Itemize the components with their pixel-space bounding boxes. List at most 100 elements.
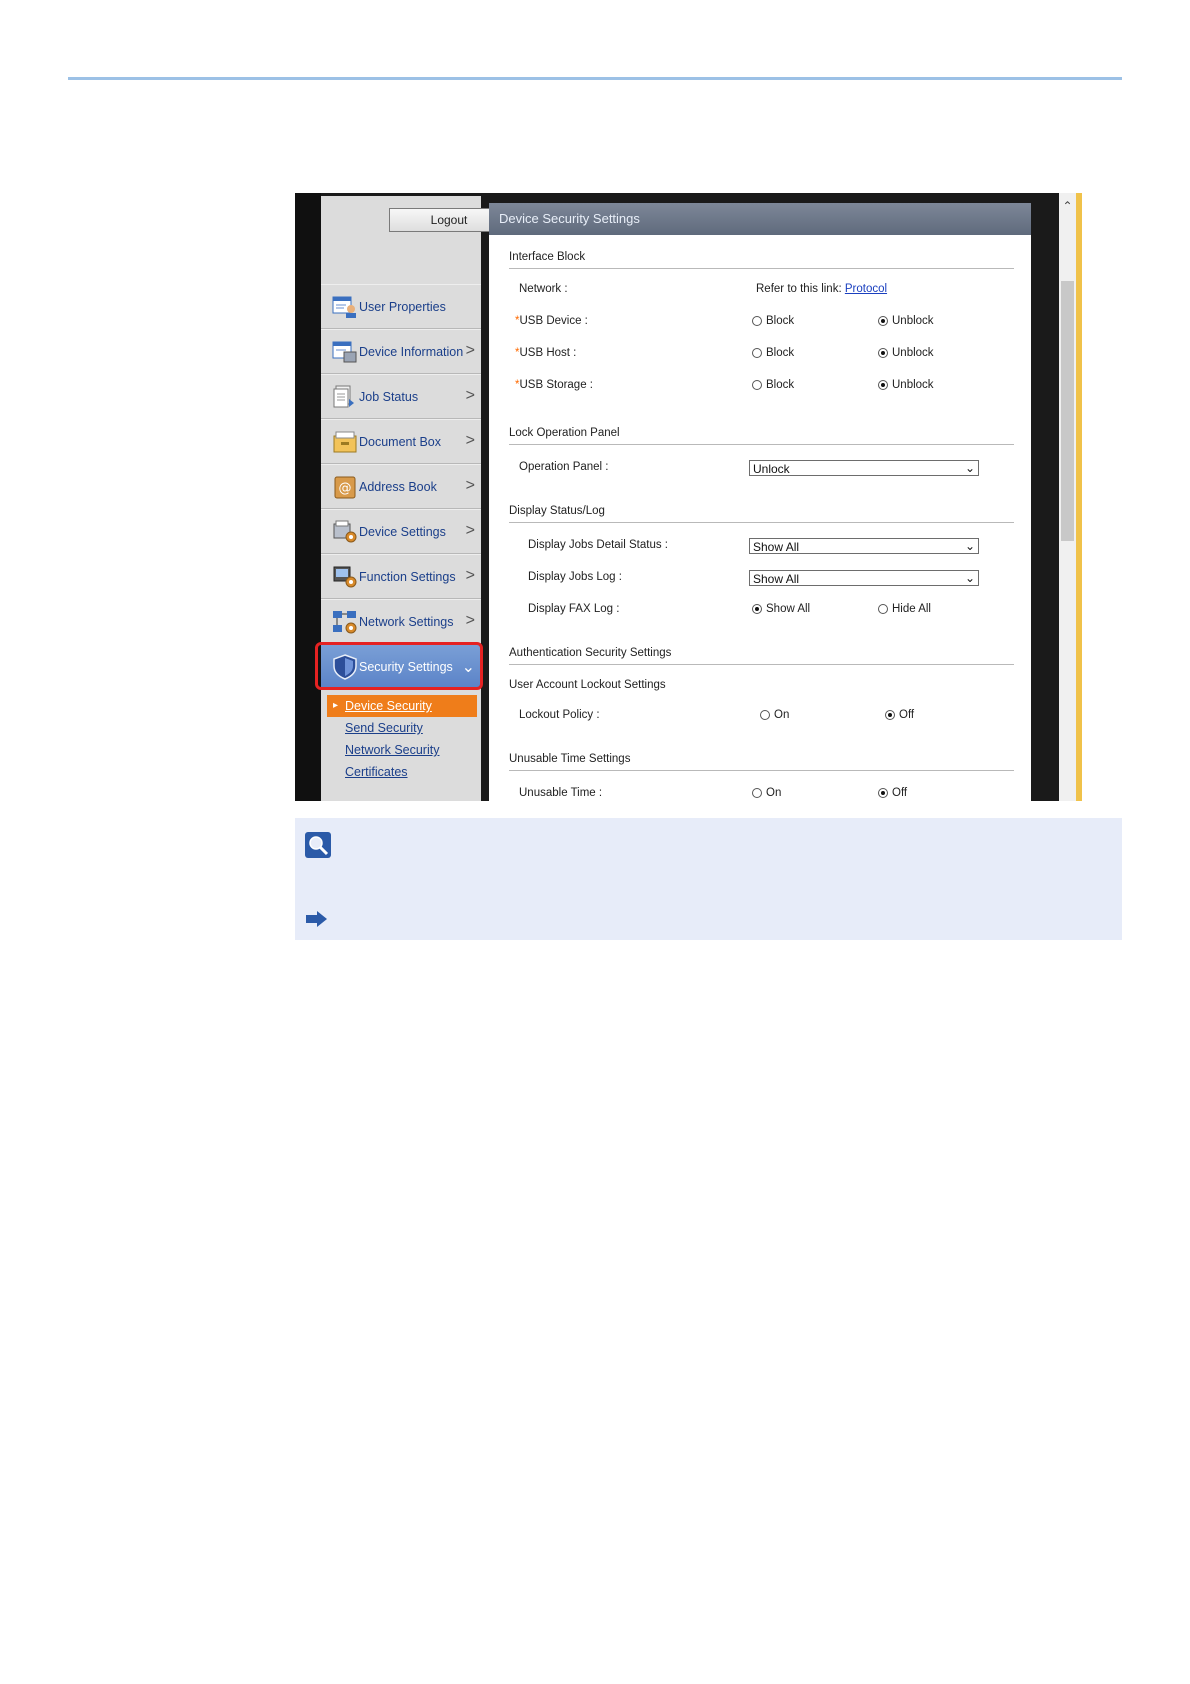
radio-dot [760, 710, 770, 720]
select-value: Show All [753, 572, 800, 586]
chevron-right-icon: > [465, 432, 475, 449]
unusable-time-on-radio[interactable]: On [752, 787, 781, 799]
operation-panel-select[interactable]: Unlock ⌄ [749, 460, 979, 476]
subitem-send-security[interactable]: Send Security [327, 717, 477, 739]
jobs-log-label: Display Jobs Log : [528, 571, 622, 583]
scrollbar-thumb[interactable] [1061, 281, 1074, 541]
sidebar-item-document-box[interactable]: Document Box > [321, 419, 481, 464]
section-display-status-log: Display Status/Log [509, 505, 605, 517]
usb-device-row-label: *USB Device : [515, 315, 588, 327]
sidebar-item-label: Document Box [359, 434, 441, 449]
unusable-time-label: Unusable Time : [519, 787, 603, 799]
chevron-right-icon: > [465, 342, 475, 359]
section-divider [509, 770, 1014, 771]
sidebar-item-label: Function Settings [359, 569, 456, 584]
lockout-policy-on-radio[interactable]: On [760, 709, 789, 721]
jobs-log-select[interactable]: Show All ⌄ [749, 570, 979, 586]
fax-log-hide-all-radio[interactable]: Hide All [878, 603, 931, 615]
function-settings-icon [331, 563, 359, 591]
chevron-right-icon: > [465, 387, 475, 404]
sidebar-item-device-information[interactable]: Device Information > [321, 329, 481, 374]
network-ref-text: Refer to this link: Protocol [756, 283, 887, 295]
usb-device-block-radio[interactable]: Block [752, 315, 794, 327]
radio-label: Unblock [892, 315, 934, 327]
sidebar-nav: User Properties Device Information > Job… [315, 284, 483, 690]
chevron-up-icon[interactable]: ⌃ [1059, 199, 1076, 215]
job-status-icon [331, 383, 359, 411]
select-value: Show All [753, 540, 800, 554]
chevron-right-icon: > [465, 477, 475, 494]
radio-dot [752, 788, 762, 798]
device-settings-icon [331, 518, 359, 546]
sidebar-item-job-status[interactable]: Job Status > [321, 374, 481, 419]
lockout-policy-off-radio[interactable]: Off [885, 709, 914, 721]
usb-storage-block-radio[interactable]: Block [752, 379, 794, 391]
chevron-right-icon: > [465, 612, 475, 629]
usb-host-unblock-radio[interactable]: Unblock [878, 347, 934, 359]
usb-device-label: USB Device : [519, 315, 588, 327]
section-divider [509, 268, 1014, 269]
protocol-link[interactable]: Protocol [845, 283, 887, 295]
subitem-device-security[interactable]: Device Security [327, 695, 477, 717]
chevron-down-icon: ⌄ [964, 571, 975, 585]
radio-label: Unblock [892, 347, 934, 359]
section-auth-security: Authentication Security Settings [509, 647, 672, 659]
sidebar-item-label: Network Settings [359, 614, 454, 629]
sidebar-item-function-settings[interactable]: Function Settings > [321, 554, 481, 599]
user-properties-icon [331, 293, 359, 321]
top-divider [68, 77, 1122, 80]
sidebar-item-label: Device Settings [359, 524, 446, 539]
usb-host-label: USB Host : [519, 347, 577, 359]
sidebar-item-security-settings[interactable]: Security Settings ⌄ [315, 642, 483, 690]
section-lock-operation-panel: Lock Operation Panel [509, 427, 620, 439]
window-edge [1076, 193, 1082, 801]
sidebar-item-label: Device Information [359, 344, 464, 359]
jobs-detail-status-select[interactable]: Show All ⌄ [749, 538, 979, 554]
svg-text:@: @ [339, 481, 352, 496]
usb-storage-label: USB Storage : [519, 379, 593, 391]
radio-label: Off [899, 709, 915, 721]
usb-device-unblock-radio[interactable]: Unblock [878, 315, 934, 327]
radio-dot [878, 380, 888, 390]
sidebar-item-user-properties[interactable]: User Properties [321, 284, 481, 329]
document-box-icon [331, 428, 359, 456]
chevron-down-icon: ⌄ [964, 461, 975, 475]
fax-log-label: Display FAX Log : [528, 603, 620, 615]
fax-log-show-all-radio[interactable]: Show All [752, 603, 810, 615]
sidebar-item-address-book[interactable]: @ Address Book > [321, 464, 481, 509]
subsection-lockout-settings: User Account Lockout Settings [509, 679, 666, 691]
sidebar-item-label: Address Book [359, 479, 437, 494]
radio-label: Off [892, 787, 908, 799]
sidebar-item-label: Security Settings [359, 659, 453, 674]
radio-label: Show All [766, 603, 811, 615]
sidebar-item-network-settings[interactable]: Network Settings > [321, 599, 481, 644]
vertical-scrollbar[interactable]: ⌃ [1059, 193, 1076, 801]
sidebar-item-label: Job Status [359, 389, 419, 404]
operation-panel-label: Operation Panel : [519, 461, 609, 473]
select-value: Unlock [753, 462, 790, 476]
radio-label: On [774, 709, 790, 721]
note-box [295, 818, 1122, 940]
radio-dot [752, 380, 762, 390]
subitem-certificates[interactable]: Certificates [327, 761, 477, 783]
radio-dot [878, 316, 888, 326]
usb-storage-unblock-radio[interactable]: Unblock [878, 379, 934, 391]
network-label: Network : [519, 283, 568, 295]
radio-dot [752, 604, 762, 614]
lockout-policy-label: Lockout Policy : [519, 709, 600, 721]
subitem-network-security[interactable]: Network Security [327, 739, 477, 761]
section-divider [509, 522, 1014, 523]
shield-icon [331, 653, 359, 681]
usb-host-row-label: *USB Host : [515, 347, 576, 359]
sidebar-item-device-settings[interactable]: Device Settings > [321, 509, 481, 554]
note-icon [305, 832, 331, 858]
usb-storage-row-label: *USB Storage : [515, 379, 593, 391]
unusable-time-off-radio[interactable]: Off [878, 787, 907, 799]
radio-label: Block [766, 379, 795, 391]
radio-dot [878, 348, 888, 358]
radio-label: Block [766, 347, 795, 359]
radio-label: On [766, 787, 782, 799]
radio-dot [752, 316, 762, 326]
subsection-unusable-time: Unusable Time Settings [509, 753, 631, 765]
usb-host-block-radio[interactable]: Block [752, 347, 794, 359]
